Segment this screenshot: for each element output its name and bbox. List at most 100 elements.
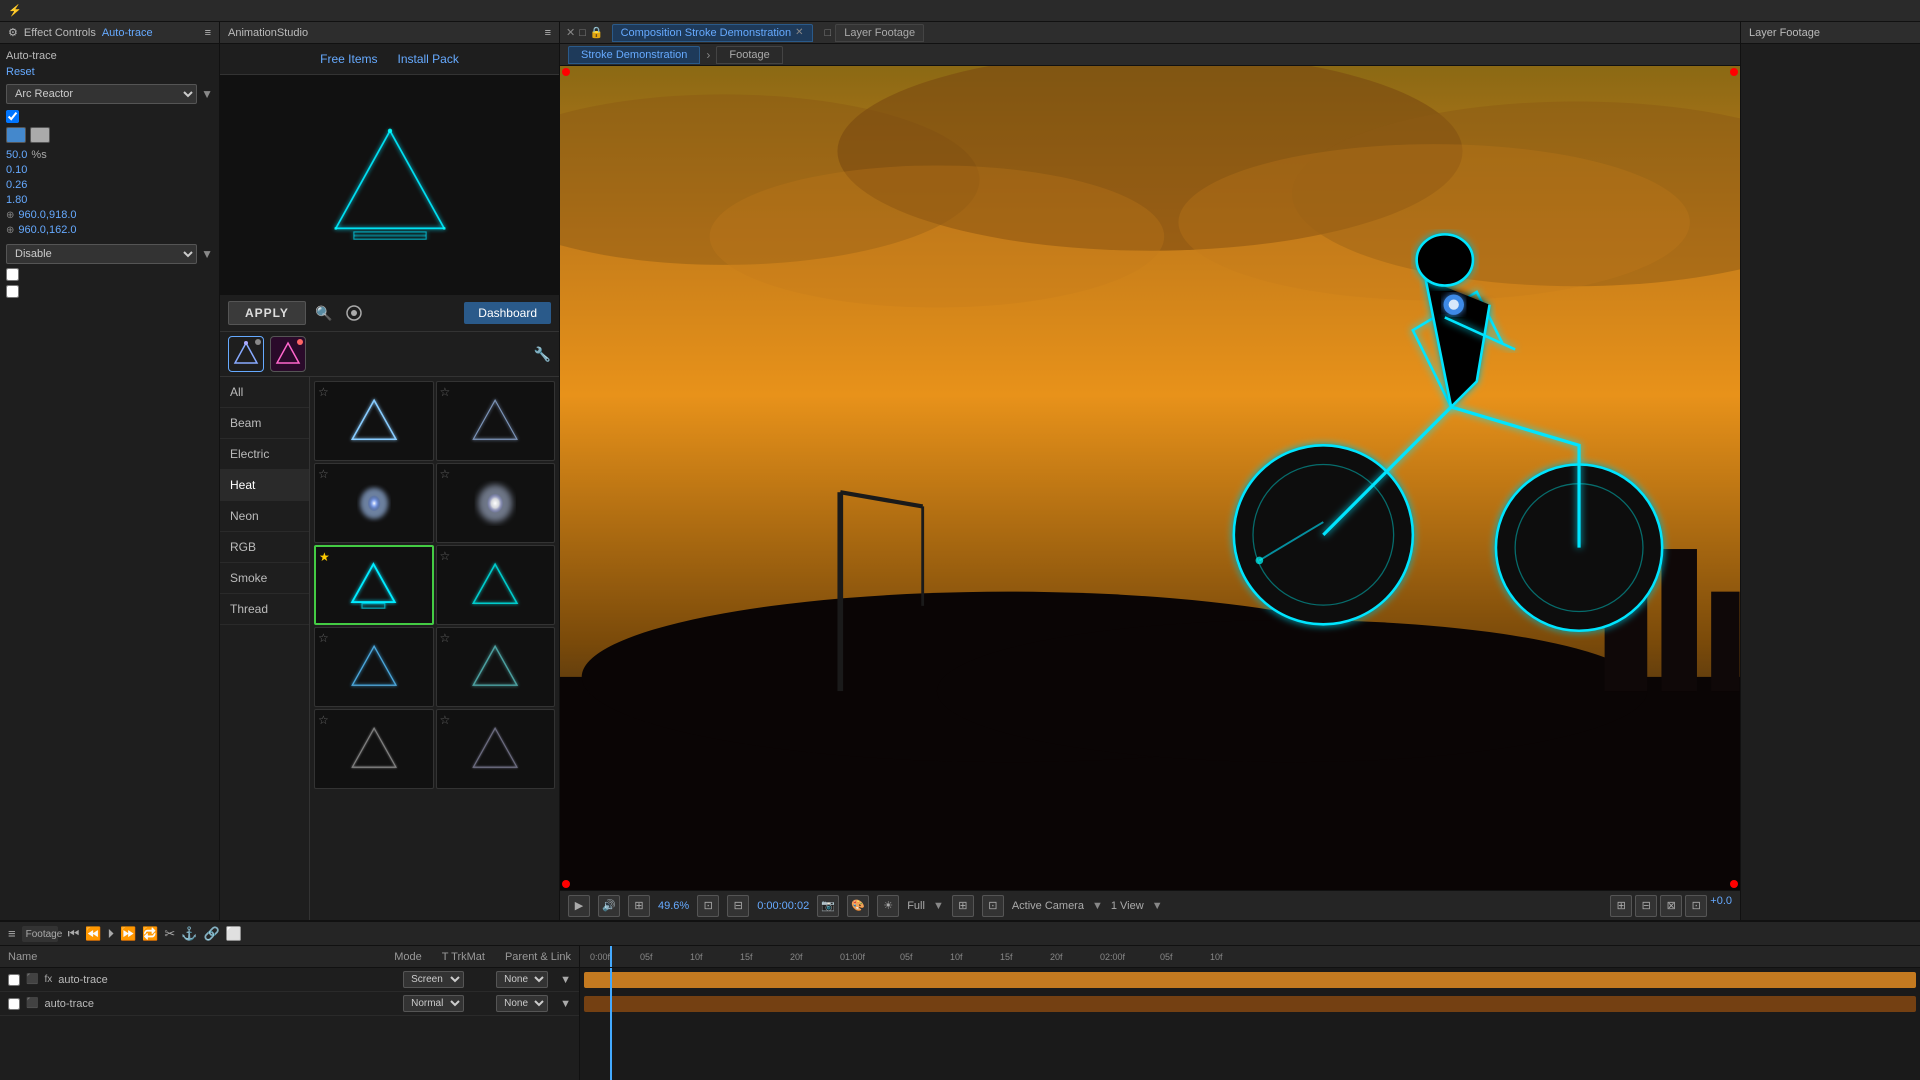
checkbox-1[interactable] (6, 110, 19, 123)
effect-thumb-0[interactable]: ☆ (314, 381, 434, 461)
quality-label[interactable]: Full (907, 900, 925, 912)
tl-skip-start[interactable]: ⏮ (68, 926, 80, 942)
color-btn[interactable]: 🎨 (847, 895, 869, 917)
tl-prev-frame[interactable]: ⏪ (85, 926, 101, 942)
parent-select-0[interactable]: None (496, 971, 548, 988)
scope-btn[interactable]: ⊡ (982, 895, 1004, 917)
camera-label[interactable]: Active Camera (1012, 900, 1084, 912)
checkbox-3[interactable] (6, 285, 19, 298)
layer-vis-1[interactable] (8, 998, 20, 1010)
star-3[interactable]: ☆ (440, 467, 451, 481)
wrench-icon[interactable]: 🔧 (534, 346, 551, 363)
tl-link[interactable]: 🔗 (203, 926, 219, 942)
tl-mask[interactable]: ⬜ (226, 926, 242, 942)
settings-icon[interactable] (342, 301, 366, 325)
panel-menu-icon[interactable]: ≡ (205, 27, 211, 39)
track-bar-0[interactable] (584, 972, 1916, 988)
parent-arrow-1[interactable]: ▼ (560, 998, 571, 1010)
cat-all[interactable]: All (220, 377, 309, 408)
cat-neon[interactable]: Neon (220, 501, 309, 532)
effect-thumb-7[interactable]: ☆ (436, 627, 556, 707)
subtab-stroke[interactable]: Stroke Demonstration (568, 46, 700, 64)
close-icon[interactable]: ✕ (566, 26, 575, 39)
views-arrow[interactable]: ▼ (1152, 900, 1163, 912)
layer-vis-0[interactable] (8, 974, 20, 986)
tl-trim[interactable]: ✂ (164, 926, 175, 942)
timecode[interactable]: 0:00:00:02 (757, 900, 809, 912)
coord-val-1[interactable]: 960.0,918.0 (18, 209, 76, 221)
cat-smoke[interactable]: Smoke (220, 563, 309, 594)
grid-btn[interactable]: ⊟ (727, 895, 749, 917)
star-1[interactable]: ☆ (440, 385, 451, 399)
cat-electric[interactable]: Electric (220, 439, 309, 470)
play-button[interactable]: ▶ (568, 895, 590, 917)
export-btn[interactable]: ⊠ (1660, 895, 1682, 917)
star-8[interactable]: ☆ (318, 713, 329, 727)
star-6[interactable]: ☆ (318, 631, 329, 645)
v2-value[interactable]: 0.26 (6, 179, 27, 191)
views-label[interactable]: 1 View (1111, 900, 1144, 912)
dashboard-button[interactable]: Dashboard (464, 302, 551, 324)
subtab-footage[interactable]: Footage (716, 46, 782, 64)
color-swatch-white[interactable] (30, 127, 50, 143)
install-pack-link[interactable]: Install Pack (398, 52, 459, 66)
cat-thumb-1[interactable] (228, 336, 264, 372)
v3-value[interactable]: 1.80 (6, 194, 27, 206)
percent-value[interactable]: 50.0 (6, 149, 27, 161)
layer-mode-1[interactable]: Normal Screen (403, 995, 464, 1012)
audio-button[interactable]: 🔊 (598, 895, 620, 917)
tab-comp-close[interactable]: ✕ (795, 27, 803, 38)
disable-arrow[interactable]: ▼ (201, 247, 213, 261)
cat-thread[interactable]: Thread (220, 594, 309, 625)
track-bar-1[interactable] (584, 996, 1916, 1012)
zoom-level[interactable]: 49.6% (658, 900, 689, 912)
arc-reactor-dropdown[interactable]: Arc Reactor (6, 84, 197, 104)
layer-mode-0[interactable]: Screen Normal (403, 971, 464, 988)
color-swatch-blue[interactable] (6, 127, 26, 143)
playhead[interactable] (610, 968, 612, 1080)
effect-thumb-3[interactable]: ☆ (436, 463, 556, 543)
preview-button[interactable]: ⊞ (628, 895, 650, 917)
tl-anchor[interactable]: ⚓ (181, 926, 197, 942)
dropdown-arrow[interactable]: ▼ (201, 87, 213, 101)
exposure-btn[interactable]: ☀ (877, 895, 899, 917)
star-0[interactable]: ☆ (318, 385, 329, 399)
transfer-btn[interactable]: ⊞ (1610, 895, 1632, 917)
star-7[interactable]: ☆ (440, 631, 451, 645)
reset-button[interactable]: Reset (6, 66, 213, 78)
parent-arrow-0[interactable]: ▼ (560, 974, 571, 986)
effect-thumb-2[interactable]: ☆ (314, 463, 434, 543)
effect-thumb-9[interactable]: ☆ (436, 709, 556, 789)
quality-arrow[interactable]: ▼ (933, 900, 944, 912)
camera-btn[interactable]: 📷 (817, 895, 839, 917)
zoom-btn[interactable]: ⊡ (697, 895, 719, 917)
tl-loop[interactable]: 🔁 (142, 926, 158, 942)
star-9[interactable]: ☆ (440, 713, 451, 727)
share-btn[interactable]: ⊡ (1685, 895, 1707, 917)
cat-beam[interactable]: Beam (220, 408, 309, 439)
search-icon[interactable]: 🔍 (312, 301, 336, 325)
tl-menu-icon[interactable]: ≡ (8, 926, 16, 941)
star-4[interactable]: ★ (319, 550, 330, 564)
disable-dropdown[interactable]: Disable (6, 244, 197, 264)
effect-thumb-4[interactable]: ★ (314, 545, 434, 625)
viewer-btn[interactable]: ⊞ (952, 895, 974, 917)
tl-play[interactable]: ⏵ (107, 926, 114, 942)
apply-button[interactable]: APPLY (228, 301, 306, 325)
star-2[interactable]: ☆ (318, 467, 329, 481)
cat-heat[interactable]: Heat (220, 470, 309, 501)
effect-thumb-1[interactable]: ☆ (436, 381, 556, 461)
cat-rgb[interactable]: RGB (220, 532, 309, 563)
cat-thumb-2[interactable] (270, 336, 306, 372)
render-btn[interactable]: ⊟ (1635, 895, 1657, 917)
anim-panel-menu[interactable]: ≡ (545, 27, 551, 39)
effect-thumb-5[interactable]: ☆ (436, 545, 556, 625)
free-items-link[interactable]: Free Items (320, 52, 377, 66)
camera-arrow[interactable]: ▼ (1092, 900, 1103, 912)
parent-select-1[interactable]: None (496, 995, 548, 1012)
checkbox-2[interactable] (6, 268, 19, 281)
effect-thumb-8[interactable]: ☆ (314, 709, 434, 789)
tab-composition[interactable]: Composition Stroke Demonstration ✕ (612, 24, 813, 42)
tab-layer-footage[interactable]: Layer Footage (835, 24, 924, 42)
coord-val-2[interactable]: 960.0,162.0 (18, 224, 76, 236)
